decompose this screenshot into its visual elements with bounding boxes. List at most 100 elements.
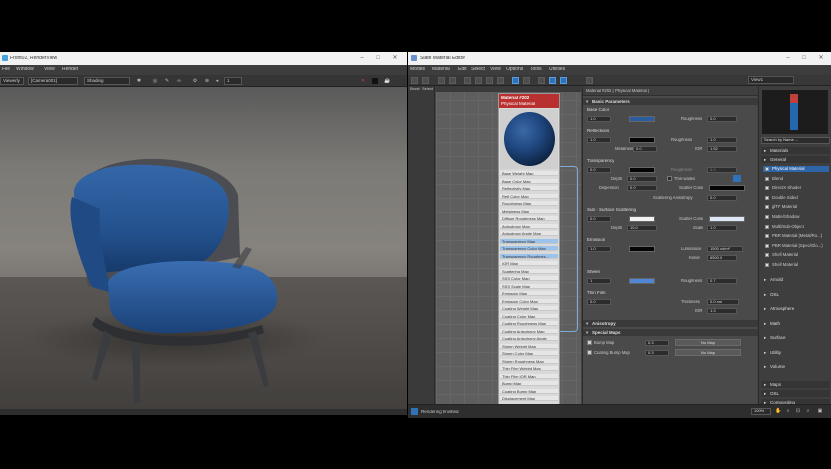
sss-color-swatch[interactable] <box>629 216 655 222</box>
node-slot[interactable]: Reflectivity Map <box>500 186 558 191</box>
kelvin-field[interactable]: 6500.0 <box>707 255 737 261</box>
zoom-percent-field[interactable]: 100% <box>751 408 771 415</box>
browser-material-item[interactable]: Shell Material <box>763 262 829 268</box>
dispersion-field[interactable]: 0.0 <box>627 185 657 191</box>
node-preview[interactable] <box>500 109 558 169</box>
transp-color-swatch[interactable] <box>629 167 655 173</box>
menu-view[interactable]: View <box>490 67 501 72</box>
browser-material-item[interactable]: Matte/Shadow <box>763 214 829 220</box>
node-view[interactable]: Material #202 Physical Material Base Wei… <box>436 86 594 408</box>
base-roughness-field[interactable]: 0.0 <box>707 116 737 122</box>
node-slot[interactable]: Anisotropy Map <box>500 223 558 229</box>
fit-view-icon[interactable]: ▣ <box>817 408 823 414</box>
channel-icon[interactable]: ⊕ <box>204 78 210 84</box>
sheen-weight-field[interactable]: 1 <box>587 278 611 284</box>
node-slot[interactable]: Bump Map <box>500 381 558 386</box>
browser-material-item[interactable]: PBR Material (Metal/Ro...) <box>763 233 829 239</box>
show-map-icon[interactable] <box>486 77 493 84</box>
emission-weight-field[interactable]: 1.0 <box>587 246 611 252</box>
menu-select[interactable]: Select <box>471 67 485 72</box>
menu-options[interactable]: Options <box>506 67 523 72</box>
show-background-icon[interactable] <box>497 77 504 84</box>
node-slot[interactable]: Transparency Roughnes... <box>500 253 558 259</box>
delete-icon[interactable] <box>464 77 471 84</box>
menu-edit[interactable]: Edit <box>458 67 467 72</box>
node-slot[interactable]: Sheen Weight Map <box>500 343 558 349</box>
browser-material-item[interactable]: Shell Material <box>763 252 829 258</box>
lock-icon[interactable] <box>733 175 741 182</box>
browser-group[interactable]: Arnold <box>761 276 830 283</box>
browser-group[interactable]: Utility <box>761 349 830 356</box>
zoom-region-icon[interactable]: ⊡ <box>795 408 801 414</box>
render-teapot-icon[interactable]: ☕ <box>384 78 390 84</box>
node-slot[interactable]: Diffuse Roughness Map <box>500 216 558 221</box>
node-slot[interactable]: Sheen Roughness Map <box>500 358 558 364</box>
menu-view[interactable]: View <box>44 67 55 72</box>
node-slot[interactable]: SSS Scale Map <box>500 283 558 289</box>
stop-icon[interactable]: ✕ <box>360 78 366 84</box>
node-slot[interactable]: SSS Color Map <box>500 276 558 281</box>
layout-all-icon[interactable] <box>512 77 519 84</box>
node-slot[interactable]: Transparency Color Map <box>500 246 558 251</box>
transp-roughness-field[interactable]: 0.0 <box>707 167 737 173</box>
scattering-anisotropy-field[interactable]: 0.0 <box>707 195 737 201</box>
render-window-titlebar[interactable]: Front02, RenderView – □ ✕ <box>0 52 407 65</box>
node-slot[interactable]: Base Weight Map <box>500 171 558 176</box>
gear-icon[interactable]: ⚙ <box>192 78 198 84</box>
browser-group[interactable]: OSL <box>761 291 830 298</box>
menu-window[interactable]: Window <box>16 67 34 72</box>
node-slot[interactable]: Coating Weight Map <box>500 306 558 311</box>
lock-icon[interactable]: ✱ <box>136 78 142 84</box>
menu-tools[interactable]: Tools <box>530 67 542 72</box>
browser-material-item[interactable]: DirectX Shader <box>763 185 829 191</box>
base-weight-field[interactable]: 1.0 <box>587 116 611 122</box>
assign-material-icon[interactable] <box>449 77 456 84</box>
menu-file[interactable]: File <box>2 67 10 72</box>
node-slot[interactable]: Coating Bump Map <box>500 388 558 394</box>
node-slot[interactable]: Base Color Map <box>500 178 558 184</box>
maximize-icon[interactable]: □ <box>374 55 382 62</box>
browser-material-item[interactable]: PBR Material (Spec/Glo...) <box>763 243 829 249</box>
parameter-editor-icon[interactable] <box>549 77 556 84</box>
sss-scale-field[interactable]: 1.0 <box>707 225 737 231</box>
stepper-icon[interactable]: ◂ <box>214 78 220 84</box>
emission-color-swatch[interactable] <box>629 246 655 252</box>
browser-maps-osl[interactable]: OSL <box>761 390 830 397</box>
material-node-header[interactable]: Material #202 Physical Material <box>499 94 559 108</box>
menu-utilities[interactable]: Utilities <box>549 67 565 72</box>
browser-group[interactable]: Math <box>761 320 830 327</box>
node-slot[interactable]: Coating Anisotropy Map <box>500 328 558 334</box>
browser-section-maps[interactable]: Maps <box>761 381 830 388</box>
eye-icon[interactable]: ◎ <box>152 78 158 84</box>
sss-scatter-swatch[interactable] <box>709 216 745 222</box>
transp-scatter-swatch[interactable] <box>709 185 745 191</box>
section-special-maps[interactable]: Special Maps <box>583 329 758 336</box>
menu-modes[interactable]: Modes <box>410 67 425 72</box>
node-slot[interactable]: Thin Film Weight Map <box>500 366 558 371</box>
node-slot[interactable]: Roughness Map <box>500 201 558 206</box>
node-slot[interactable]: Thin Film IOR Map <box>500 373 558 379</box>
refl-weight-field[interactable]: 1.0 <box>587 137 611 143</box>
section-anisotropy[interactable]: Anisotropy <box>583 320 758 327</box>
coating-bump-button[interactable]: No Map <box>675 349 741 356</box>
zoom-field[interactable]: 1 <box>224 77 242 85</box>
browser-group[interactable]: Surface <box>761 334 830 341</box>
browser-tab-select[interactable]: Select <box>422 87 433 91</box>
material-node[interactable]: Material #202 Physical Material Base Wei… <box>498 93 560 406</box>
view-selector-dropdown[interactable]: View1 <box>748 76 794 84</box>
minimize-icon[interactable]: – <box>358 55 366 62</box>
node-slot[interactable]: Coating Color Map <box>500 313 558 319</box>
node-slot[interactable]: Coating Roughness Map <box>500 321 558 326</box>
node-slot[interactable]: Refl Color Map <box>500 193 558 199</box>
bump-map-amount[interactable]: 0.3 <box>645 340 669 346</box>
move-children-icon[interactable] <box>475 77 482 84</box>
browser-section-general[interactable]: General <box>761 156 830 163</box>
sss-depth-field[interactable]: 10.0 <box>627 225 657 231</box>
background-swatch-icon[interactable] <box>372 78 378 84</box>
node-slot[interactable]: Anisotropy Angle Map <box>500 231 558 236</box>
transp-weight-field[interactable]: 0.0 <box>587 167 611 173</box>
view-navigation-icon[interactable] <box>586 77 593 84</box>
node-slot[interactable]: Emission Map <box>500 291 558 296</box>
shading-dropdown[interactable]: Shading <box>84 77 130 85</box>
sheen-color-swatch[interactable] <box>629 278 655 284</box>
